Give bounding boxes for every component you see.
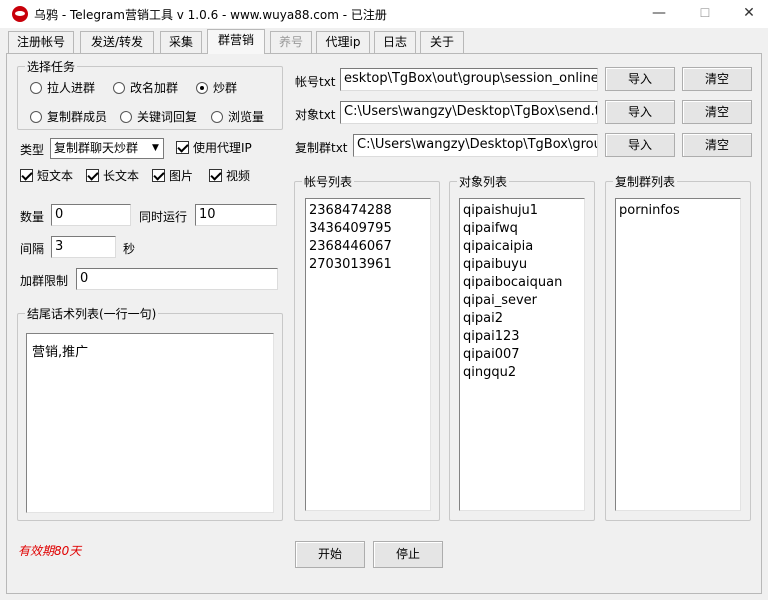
short-text-checkbox[interactable]: 短文本 [20,169,73,183]
target-list-item[interactable]: qipai2 [463,310,581,328]
account-list-item[interactable]: 3436409795 [309,220,427,238]
window-title: 乌鸦 - Telegram营销工具 v 1.0.6 - www.wuya88.c… [34,8,387,22]
account-txt-label: 帐号txt [295,75,336,89]
target-import-button[interactable]: 导入 [605,100,675,124]
copy-group-import-button[interactable]: 导入 [605,133,675,157]
radio-keyword-reply[interactable]: 关键词回复 [120,110,197,124]
target-list-item[interactable]: qipaicaipia [463,238,581,256]
image-checkbox[interactable]: 图片 [152,169,193,183]
account-list-item[interactable]: 2368446067 [309,238,427,256]
target-txt-label: 对象txt [295,108,336,122]
tab-collect[interactable]: 采集 [160,31,202,53]
account-clear-button[interactable]: 清空 [682,67,752,91]
radio-hype-group[interactable]: 炒群 [196,81,237,95]
target-list-item[interactable]: qipaifwq [463,220,581,238]
start-button[interactable]: 开始 [295,541,365,568]
interval-unit: 秒 [123,242,136,256]
target-list-item[interactable]: qipaibuyu [463,256,581,274]
target-list-item[interactable]: qingqu2 [463,364,581,382]
tab-proxy-ip[interactable]: 代理ip [316,31,370,53]
radio-views[interactable]: 浏览量 [211,110,264,124]
concurrent-label: 同时运行 [139,210,188,224]
account-listbox[interactable]: 2368474288 3436409795 2368446067 2703013961 [305,198,431,511]
expiry-notice: 有效期80天 [18,544,82,558]
concurrent-input[interactable]: 10 [195,204,277,226]
tab-nurture[interactable]: 养号 [270,31,312,53]
copy-group-txt-input[interactable]: C:\Users\wangzy\Desktop\TgBox\group1. [353,134,598,157]
type-select[interactable]: 复制群聊天炒群 ▼ [50,138,164,159]
chevron-down-icon: ▼ [147,139,163,158]
target-listbox[interactable]: qipaishuju1 qipaifwq qipaicaipia qipaibuyu q… [459,198,585,511]
target-list-item[interactable]: qipai_sever [463,292,581,310]
interval-input[interactable]: 3 [51,236,116,258]
radio-copy-members[interactable]: 复制群成员 [30,110,107,124]
tab-send-forward[interactable]: 发送/转发 [80,31,154,53]
stop-button[interactable]: 停止 [373,541,443,568]
tab-log[interactable]: 日志 [374,31,416,53]
ending-phrases-title: 结尾话术列表(一行一句) [25,305,159,322]
count-label: 数量 [20,210,45,224]
join-limit-label: 加群限制 [20,274,69,288]
copy-group-listbox[interactable]: porninfos [615,198,741,511]
radio-rename-join[interactable]: 改名加群 [113,81,178,95]
count-input[interactable]: 0 [51,204,131,226]
copy-group-list-title: 复制群列表 [613,173,678,190]
task-group-title: 选择任务 [25,58,78,75]
close-icon[interactable]: ✕ [726,0,768,28]
account-txt-input[interactable]: esktop\TgBox\out\group\session_online.tx… [340,68,598,91]
target-list-title: 对象列表 [457,173,510,190]
account-list-title: 帐号列表 [302,173,355,190]
long-text-checkbox[interactable]: 长文本 [86,169,139,183]
ending-phrases-textarea[interactable]: 营销,推广 [26,333,274,513]
tab-about[interactable]: 关于 [420,31,464,53]
radio-pull-into-group[interactable]: 拉人进群 [30,81,95,95]
tab-group-marketing[interactable]: 群营销 [207,29,265,54]
copy-group-txt-label: 复制群txt [295,141,348,155]
tab-register[interactable]: 注册帐号 [8,31,74,53]
minimize-icon[interactable]: — [636,0,682,28]
type-label: 类型 [20,143,45,157]
target-list-item[interactable]: qipaibocaiquan [463,274,581,292]
target-list-item[interactable]: qipai123 [463,328,581,346]
target-clear-button[interactable]: 清空 [682,100,752,124]
video-checkbox[interactable]: 视频 [209,169,250,183]
join-limit-input[interactable]: 0 [76,268,278,290]
copy-group-list-item[interactable]: porninfos [619,202,737,220]
target-list-item[interactable]: qipai007 [463,346,581,364]
account-import-button[interactable]: 导入 [605,67,675,91]
target-txt-input[interactable]: C:\Users\wangzy\Desktop\TgBox\send.txt [340,101,598,124]
interval-label: 间隔 [20,242,45,256]
target-list-item[interactable]: qipaishuju1 [463,202,581,220]
account-list-item[interactable]: 2703013961 [309,256,427,274]
maximize-icon[interactable]: ☐ [682,0,728,28]
crow-logo-icon [12,6,28,22]
account-list-item[interactable]: 2368474288 [309,202,427,220]
copy-group-clear-button[interactable]: 清空 [682,133,752,157]
use-proxy-checkbox[interactable]: 使用代理IP [176,141,252,155]
